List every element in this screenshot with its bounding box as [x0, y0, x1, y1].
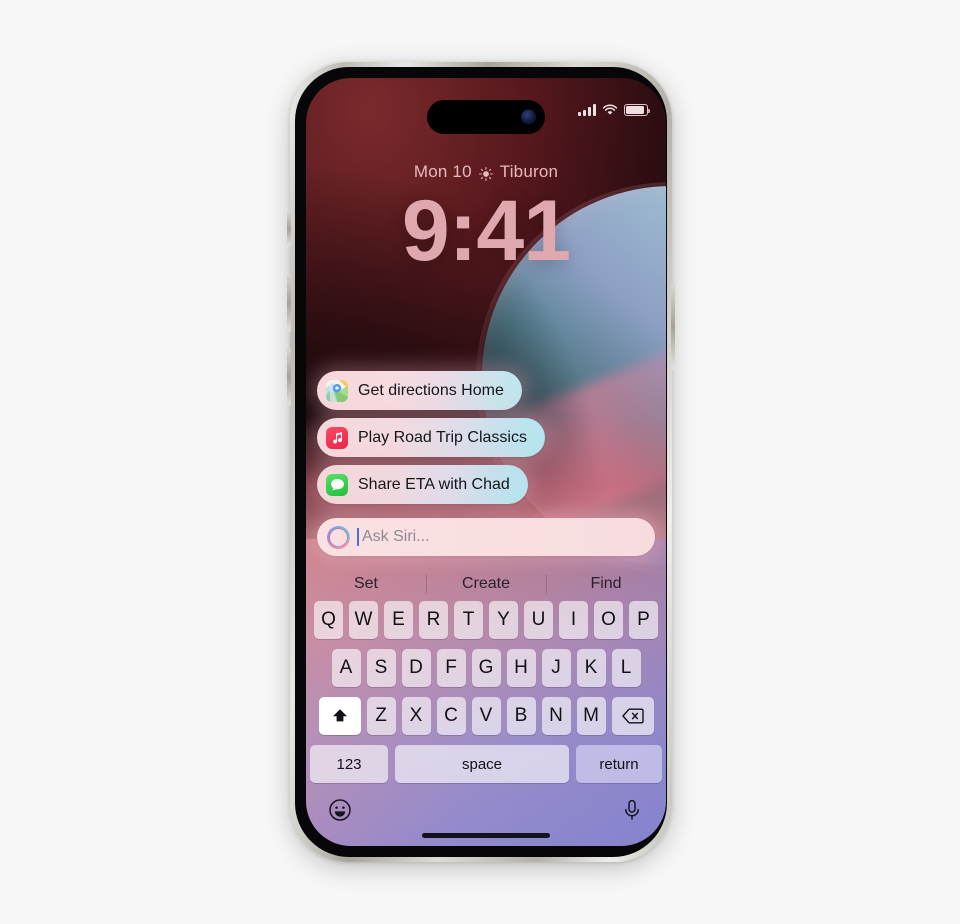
key-f[interactable]: F [436, 649, 466, 687]
lock-screen-date: Mon 10 [413, 162, 472, 181]
key-c[interactable]: C [436, 697, 466, 735]
action-button[interactable] [287, 212, 291, 246]
lock-screen-date-row: Mon 10 Tiburon [306, 162, 666, 182]
shift-icon[interactable] [318, 697, 361, 735]
keyboard-row-3: Z X C V B N M [306, 697, 666, 735]
predictive-item-create[interactable]: Create [426, 575, 546, 593]
key-a[interactable]: A [331, 649, 361, 687]
device-screen: Mon 10 Tiburon 9:41 Get directions Home … [306, 78, 666, 846]
volume-down-button[interactable] [287, 348, 291, 406]
predictive-text-bar: Set Create Find [306, 567, 666, 601]
suggestion-label: Get directions Home [358, 381, 504, 399]
key-w[interactable]: W [349, 601, 378, 639]
key-n[interactable]: N [541, 697, 571, 735]
lock-screen-clock: 9:41 [401, 183, 571, 279]
sun-icon [478, 166, 493, 181]
key-b[interactable]: B [506, 697, 536, 735]
home-indicator[interactable] [422, 833, 550, 838]
suggestion-pill-messages[interactable]: Share ETA with Chad [317, 465, 528, 504]
front-camera-icon [521, 109, 536, 125]
key-y[interactable]: Y [489, 601, 518, 639]
key-t[interactable]: T [454, 601, 483, 639]
key-p[interactable]: P [629, 601, 658, 639]
key-g[interactable]: G [471, 649, 501, 687]
key-z[interactable]: Z [366, 697, 396, 735]
siri-suggestions-list: Get directions Home Play Road Trip Class… [317, 371, 655, 512]
iphone-device-frame: Mon 10 Tiburon 9:41 Get directions Home … [287, 62, 675, 862]
cellular-signal-icon [578, 104, 596, 116]
key-u[interactable]: U [524, 601, 553, 639]
on-screen-keyboard: Q W E R T Y U I O P A S D F G H J K L Z … [306, 601, 666, 846]
key-o[interactable]: O [594, 601, 623, 639]
battery-icon [624, 104, 650, 116]
emoji-icon[interactable] [328, 798, 352, 822]
keyboard-bottom-bar [306, 798, 666, 822]
volume-up-button[interactable] [287, 274, 291, 332]
key-e[interactable]: E [384, 601, 413, 639]
key-s[interactable]: S [366, 649, 396, 687]
device-bezel: Mon 10 Tiburon 9:41 Get directions Home … [295, 67, 667, 857]
suggestion-pill-music[interactable]: Play Road Trip Classics [317, 418, 545, 457]
key-m[interactable]: M [576, 697, 606, 735]
return-key[interactable]: return [576, 745, 662, 783]
key-l[interactable]: L [611, 649, 641, 687]
keyboard-row-4: 123 space return [306, 745, 666, 783]
key-r[interactable]: R [419, 601, 448, 639]
key-q[interactable]: Q [314, 601, 343, 639]
dynamic-island[interactable] [427, 100, 545, 134]
maps-app-icon [326, 379, 348, 402]
text-cursor [357, 528, 359, 546]
power-button[interactable] [671, 284, 675, 370]
space-key[interactable]: space [395, 745, 569, 783]
microphone-icon[interactable] [620, 798, 644, 822]
key-h[interactable]: H [506, 649, 536, 687]
screenshot-canvas: Mon 10 Tiburon 9:41 Get directions Home … [0, 0, 960, 924]
music-app-icon [326, 426, 348, 449]
messages-app-icon [326, 473, 348, 496]
suggestion-label: Share ETA with Chad [358, 475, 510, 493]
ask-siri-input[interactable]: Ask Siri... [317, 518, 655, 556]
wifi-icon [602, 104, 618, 115]
key-x[interactable]: X [401, 697, 431, 735]
key-d[interactable]: D [401, 649, 431, 687]
ask-siri-placeholder: Ask Siri... [362, 528, 430, 545]
key-v[interactable]: V [471, 697, 501, 735]
siri-orb-icon [325, 524, 352, 550]
status-bar [578, 104, 650, 116]
key-i[interactable]: I [559, 601, 588, 639]
numbers-key[interactable]: 123 [310, 745, 388, 783]
predictive-item-set[interactable]: Set [306, 575, 426, 593]
lock-screen-location: Tiburon [499, 162, 559, 181]
key-j[interactable]: J [541, 649, 571, 687]
predictive-item-find[interactable]: Find [546, 575, 666, 593]
suggestion-label: Play Road Trip Classics [358, 428, 527, 446]
suggestion-pill-directions[interactable]: Get directions Home [317, 371, 522, 410]
backspace-icon[interactable] [611, 697, 654, 735]
keyboard-row-1: Q W E R T Y U I O P [306, 601, 666, 639]
keyboard-row-2: A S D F G H J K L [306, 649, 666, 687]
key-k[interactable]: K [576, 649, 606, 687]
